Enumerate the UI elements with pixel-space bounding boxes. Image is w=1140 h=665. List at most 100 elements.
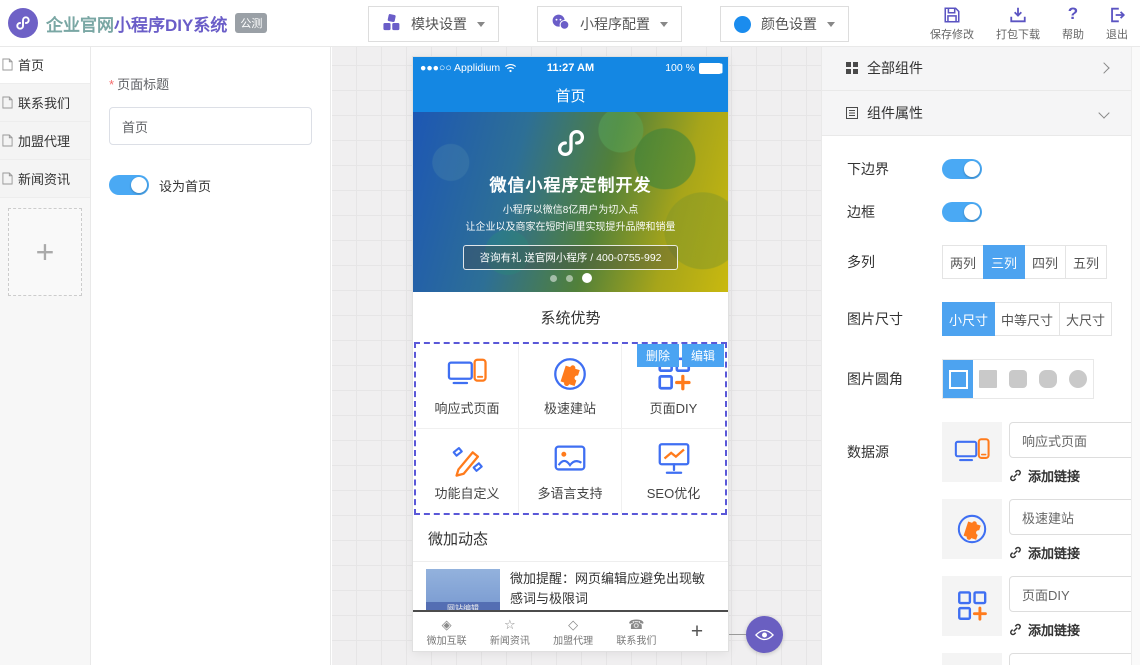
page-title: 企业官网小程序DIY系统 — [46, 11, 227, 36]
page-title-input[interactable] — [109, 107, 312, 145]
header-actions: 保存修改 打包下载 ? 帮助 退出 — [930, 5, 1128, 42]
link-icon — [1009, 546, 1022, 559]
border-toggle[interactable] — [942, 202, 982, 222]
tab-contact[interactable]: ☎ 联系我们 — [605, 617, 668, 647]
add-link-button[interactable]: 添加链接 — [1009, 466, 1132, 485]
custom-function-icon — [446, 440, 488, 478]
component-properties-header[interactable]: 组件属性 — [822, 91, 1132, 136]
color-dot-icon — [734, 16, 751, 33]
delete-button[interactable]: 删除 — [637, 344, 679, 367]
radius-option-medium[interactable] — [1033, 360, 1063, 398]
page-icon — [2, 96, 13, 109]
download-icon — [1009, 5, 1027, 24]
star-icon: ☆ — [504, 617, 516, 632]
columns-option-4[interactable]: 四列 — [1024, 245, 1066, 279]
tab-add-button[interactable]: + — [668, 620, 726, 644]
image-size-large[interactable]: 大尺寸 — [1059, 302, 1112, 336]
banner-component[interactable]: 微信小程序定制开发 小程序以微信8亿用户为切入点 让企业以及商家在短时间里实现提… — [413, 112, 728, 292]
radius-option-square-selected[interactable] — [943, 360, 973, 398]
image-size-medium[interactable]: 中等尺寸 — [994, 302, 1060, 336]
panel-scrollbar[interactable] — [1131, 46, 1140, 665]
diamond-icon: ◈ — [442, 617, 452, 632]
carousel-dot[interactable] — [550, 275, 557, 282]
columns-segmented-control: 两列 三列 四列 五列 — [942, 245, 1107, 279]
columns-option-5[interactable]: 五列 — [1065, 245, 1107, 279]
grid-cell-custom-function[interactable]: 功能自定义 — [416, 429, 519, 513]
datasource-title-input[interactable] — [1009, 422, 1132, 458]
edit-button[interactable]: 编辑 — [682, 344, 724, 367]
add-link-button[interactable]: 添加链接 — [1009, 543, 1132, 562]
tab-weijia[interactable]: ◈ 微加互联 — [415, 617, 478, 647]
datasource-item-custom-function: 添加链接 — [942, 653, 1132, 665]
sidebar-item-contact[interactable]: 联系我们 — [0, 84, 90, 122]
chevron-right-icon — [1098, 62, 1109, 73]
sidebar-item-news[interactable]: 新闻资讯 — [0, 160, 90, 198]
columns-option-2[interactable]: 两列 — [942, 245, 984, 279]
carousel-dot[interactable] — [566, 275, 573, 282]
link-icon — [1009, 623, 1022, 636]
datasource-title-input[interactable] — [1009, 499, 1132, 535]
banner-cta-button[interactable]: 咨询有礼 送官网小程序 / 400-0755-992 — [463, 245, 677, 270]
exit-button[interactable]: 退出 — [1106, 5, 1128, 42]
bottom-border-row: 下边界 — [822, 159, 1132, 179]
speed-build-icon — [942, 499, 1002, 559]
miniprogram-logo-icon — [413, 125, 728, 166]
icon-grid: 响应式页面 极速建站 页面DIY 功能自定义 — [416, 344, 725, 513]
add-link-button[interactable]: 添加链接 — [1009, 620, 1132, 639]
chevron-down-icon — [477, 22, 485, 31]
beta-badge: 公测 — [235, 13, 267, 33]
radius-option-circle[interactable] — [1063, 360, 1093, 398]
set-home-toggle[interactable] — [109, 175, 149, 195]
help-icon: ? — [1068, 5, 1078, 24]
bottom-border-toggle[interactable] — [942, 159, 982, 179]
radius-option-small[interactable] — [1003, 360, 1033, 398]
download-button[interactable]: 打包下载 — [996, 5, 1040, 42]
columns-row: 多列 两列 三列 四列 五列 — [822, 245, 1132, 279]
grid-cell-seo[interactable]: SEO优化 — [622, 429, 725, 513]
carousel-dot-active[interactable] — [582, 273, 592, 283]
page-title-label: *页面标题 — [109, 74, 312, 93]
chevron-down-icon — [1098, 107, 1109, 118]
image-size-small-selected[interactable]: 小尺寸 — [942, 302, 995, 336]
page-diy-icon — [942, 576, 1002, 636]
datasource-item-page-diy: 添加链接 — [942, 576, 1132, 639]
header-menus: 模块设置 小程序配置 颜色设置 — [368, 6, 849, 42]
all-components-header[interactable]: 全部组件 — [822, 46, 1132, 91]
news-thumbnail: 网站编辑 — [426, 569, 500, 615]
grid-cell-responsive[interactable]: 响应式页面 — [416, 344, 519, 429]
datasource-list: 添加链接 添加链接 — [942, 422, 1132, 665]
datasource-title-input[interactable] — [1009, 576, 1132, 612]
custom-function-icon — [942, 653, 1002, 665]
datasource-title-input[interactable] — [1009, 653, 1132, 665]
save-icon — [943, 5, 961, 24]
image-radius-options — [942, 359, 1094, 399]
banner-title: 微信小程序定制开发 — [413, 171, 728, 196]
seo-icon — [653, 440, 695, 478]
tab-agent[interactable]: ◇ 加盟代理 — [542, 617, 605, 647]
grid-cell-speed-build[interactable]: 极速建站 — [519, 344, 622, 429]
phone-nav-title: 首页 — [555, 85, 585, 106]
preview-eye-button[interactable] — [746, 616, 783, 653]
help-button[interactable]: ? 帮助 — [1062, 5, 1084, 42]
save-button[interactable]: 保存修改 — [930, 5, 974, 42]
page-icon — [2, 58, 13, 71]
grid-cell-multi-language[interactable]: 多语言支持 — [519, 429, 622, 513]
required-mark: * — [109, 77, 114, 92]
radius-option-0[interactable] — [973, 360, 1003, 398]
advantages-heading: 系统优势 — [413, 292, 728, 342]
sidebar-item-agent[interactable]: 加盟代理 — [0, 122, 90, 160]
menu-color-settings[interactable]: 颜色设置 — [720, 6, 849, 42]
phone-nav-bar: 首页 — [413, 79, 728, 112]
datasource-item-responsive: 添加链接 — [942, 422, 1132, 485]
sidebar-item-home[interactable]: 首页 — [0, 46, 90, 84]
columns-option-3-selected[interactable]: 三列 — [983, 245, 1025, 279]
modules-icon — [382, 13, 401, 35]
responsive-page-icon — [942, 422, 1002, 482]
menu-miniprogram-config[interactable]: 小程序配置 — [537, 6, 682, 42]
add-page-button[interactable]: + — [8, 208, 82, 296]
menu-module-settings[interactable]: 模块设置 — [368, 6, 499, 42]
tab-news[interactable]: ☆ 新闻资讯 — [478, 617, 541, 647]
image-size-segmented-control: 小尺寸 中等尺寸 大尺寸 — [942, 302, 1112, 336]
selected-grid-component[interactable]: 删除 编辑 响应式页面 极速建站 页面DIY — [414, 342, 727, 515]
banner-subtitle: 小程序以微信8亿用户为切入点 让企业以及商家在短时间里实现提升品牌和销量 — [413, 203, 728, 236]
